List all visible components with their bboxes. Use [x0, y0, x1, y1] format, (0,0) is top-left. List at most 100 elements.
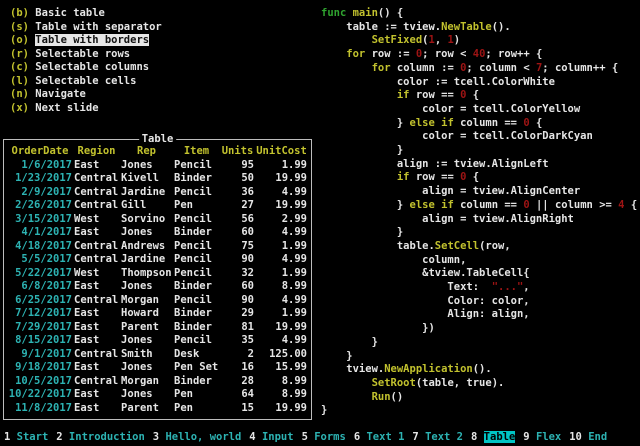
table-cell: 1/6/2017 — [8, 159, 72, 173]
statusbar-slide-text-2[interactable]: 7 Text 2 — [412, 431, 463, 443]
statusbar-slide-input[interactable]: 4 Input — [249, 431, 293, 443]
table-row: 4/1/2017EastJonesBinder604.99 — [8, 226, 307, 240]
table-cell: Andrews — [121, 240, 172, 254]
table-cell: 2.99 — [256, 213, 307, 227]
table-row: 2/9/2017CentralJardinePencil364.99 — [8, 186, 307, 200]
statusbar-slide-start[interactable]: 1 Start — [4, 431, 48, 443]
code-token: } — [321, 336, 378, 348]
table-cell: 4.99 — [256, 226, 307, 240]
slide-menu: (b) Basic table(s) Table with separator(… — [10, 7, 162, 115]
statusbar-slide-number: 7 — [412, 431, 418, 443]
code-token: ; column++ { — [542, 62, 618, 74]
statusbar-slide-hello-world[interactable]: 3 Hello, world — [153, 431, 242, 443]
code-line: for column := 0; column < 7; column++ { — [321, 62, 637, 76]
code-line: color := tcell.ColorWhite — [321, 76, 637, 90]
code-token: table. — [321, 240, 435, 252]
code-line: align := tview.AlignLeft — [321, 158, 637, 172]
table-cell: Sorvino — [121, 213, 172, 227]
code-token — [321, 377, 372, 389]
table-cell: Desk — [174, 348, 219, 362]
statusbar-slide-table[interactable]: 8 Table — [471, 431, 515, 443]
code-line: color = tcell.ColorDarkCyan — [321, 130, 637, 144]
table-row: 10/5/2017CentralMorganBinder288.99 — [8, 375, 307, 389]
table-cell: 15.99 — [256, 361, 307, 375]
code-token: else if — [410, 117, 454, 129]
table-cell: East — [74, 226, 119, 240]
menu-item-table-with-borders[interactable]: (o) Table with borders — [10, 34, 162, 48]
menu-item-key: (o) — [10, 34, 29, 46]
table-cell: Jones — [121, 159, 172, 173]
statusbar-slide-label: Text 1 — [366, 431, 404, 443]
menu-item-selectable-cells[interactable]: (l) Selectable cells — [10, 75, 162, 89]
table-header-cell: Region — [74, 145, 119, 159]
code-line: } — [321, 336, 637, 350]
code-token: 40 — [473, 48, 486, 60]
statusbar-slide-introduction[interactable]: 2 Introduction — [56, 431, 145, 443]
code-token: align = tview.AlignRight — [321, 213, 574, 225]
code-token: () { — [378, 7, 403, 19]
statusbar-slide-label: Start — [17, 431, 49, 443]
table-cell: West — [74, 213, 119, 227]
table-cell: Jones — [121, 226, 172, 240]
code-token: (table, true). — [416, 377, 505, 389]
table-content: OrderDateRegionRepItemUnitsUnitCost1/6/2… — [8, 145, 307, 415]
table-cell: Jones — [121, 334, 172, 348]
statusbar-slide-end[interactable]: 10 End — [569, 431, 607, 443]
code-line: } else if column == 0 || column >= 4 { — [321, 199, 637, 213]
code-token: if — [321, 89, 410, 101]
statusbar-slide-label: End — [588, 431, 607, 443]
table-row: 1/6/2017EastJonesPencil951.99 — [8, 159, 307, 173]
table-title: Table — [139, 132, 177, 146]
code-line: for row := 0; row < 40; row++ { — [321, 48, 637, 62]
table-cell: Central — [74, 199, 119, 213]
table-cell: Pencil — [174, 253, 219, 267]
table-cell: Pencil — [174, 186, 219, 200]
menu-item-label: Selectable rows — [35, 48, 130, 60]
table-cell: Pencil — [174, 159, 219, 173]
code-line: &tview.TableCell{ — [321, 267, 637, 281]
table-header-cell: OrderDate — [8, 145, 72, 159]
table-cell: East — [74, 334, 119, 348]
table-cell: 2/26/2017 — [8, 199, 72, 213]
table-cell: 10/22/2017 — [8, 388, 72, 402]
table-row: 3/15/2017WestSorvinoPencil562.99 — [8, 213, 307, 227]
table-cell: 11/8/2017 — [8, 402, 72, 416]
table-cell: 60 — [221, 280, 254, 294]
table-cell: 4.99 — [256, 186, 307, 200]
code-token: else if — [410, 199, 454, 211]
statusbar-slide-flex[interactable]: 9 Flex — [523, 431, 561, 443]
table-row: 1/23/2017CentralKivellBinder5019.99 — [8, 172, 307, 186]
table-cell: East — [74, 321, 119, 335]
table-cell: 19.99 — [256, 321, 307, 335]
table-cell: Howard — [121, 307, 172, 321]
menu-item-key: (l) — [10, 75, 29, 87]
menu-item-table-with-separator[interactable]: (s) Table with separator — [10, 21, 162, 35]
statusbar-slide-forms[interactable]: 5 Forms — [302, 431, 346, 443]
menu-item-label: Table with separator — [35, 21, 161, 33]
menu-item-next-slide[interactable]: (x) Next slide — [10, 102, 162, 116]
table-panel: Table OrderDateRegionRepItemUnitsUnitCos… — [3, 139, 312, 420]
menu-item-navigate[interactable]: (n) Navigate — [10, 88, 162, 102]
code-token: Color: color, — [321, 295, 530, 307]
table-cell: 7/12/2017 — [8, 307, 72, 321]
table-cell: 28 — [221, 375, 254, 389]
table-cell: 56 — [221, 213, 254, 227]
statusbar-slide-text-1[interactable]: 6 Text 1 — [354, 431, 405, 443]
menu-item-selectable-columns[interactable]: (c) Selectable columns — [10, 61, 162, 75]
table-cell: 9/18/2017 — [8, 361, 72, 375]
menu-item-basic-table[interactable]: (b) Basic table — [10, 7, 162, 21]
code-line: } — [321, 350, 637, 364]
table-cell: Jones — [121, 361, 172, 375]
table-row: 5/5/2017CentralJardinePencil904.99 — [8, 253, 307, 267]
code-token: NewApplication — [384, 363, 473, 375]
code-line: if row == 0 { — [321, 171, 637, 185]
menu-item-selectable-rows[interactable]: (r) Selectable rows — [10, 48, 162, 62]
code-line: Align: align, — [321, 308, 637, 322]
table-cell: East — [74, 361, 119, 375]
table-cell: 60 — [221, 226, 254, 240]
table-cell: 64 — [221, 388, 254, 402]
table-row: 7/29/2017EastParentBinder8119.99 — [8, 321, 307, 335]
code-line: Run() — [321, 391, 637, 405]
code-token: SetCell — [435, 240, 479, 252]
table-cell: 29 — [221, 307, 254, 321]
